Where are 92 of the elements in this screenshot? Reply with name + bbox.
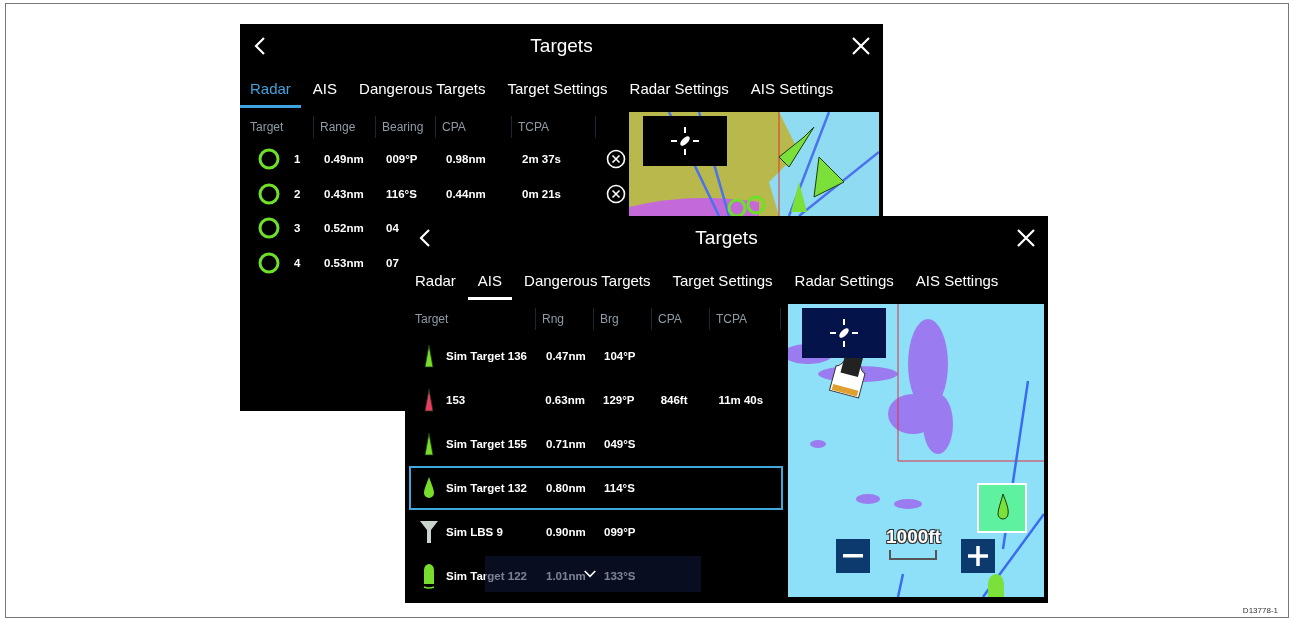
radar-target-circle-icon xyxy=(258,148,280,171)
target-row[interactable]: 1 0.49nm 009°P 0.98nm 2m 37s xyxy=(244,142,628,177)
column-header: TCPA xyxy=(512,116,596,138)
radar-target-circle-icon xyxy=(258,217,280,240)
table-cell: 0.90nm xyxy=(546,526,586,538)
target-row[interactable]: 3 0.52nm 04 xyxy=(244,211,401,246)
table-cell: 0.71nm xyxy=(546,438,586,450)
back-icon[interactable] xyxy=(419,228,431,248)
table-cell: 2m 37s xyxy=(522,153,561,166)
minus-icon xyxy=(843,554,863,558)
table-cell: Sim Target 155 xyxy=(446,438,527,450)
table-cell: 0.43nm xyxy=(324,187,364,200)
chevron-down-icon xyxy=(584,570,596,578)
back-icon[interactable] xyxy=(254,36,266,56)
table-cell: 3 xyxy=(294,222,301,235)
table-cell: Sim Target 122 xyxy=(446,570,527,582)
tab[interactable]: Radar Settings xyxy=(784,260,904,300)
tab[interactable]: Target Settings xyxy=(662,260,783,300)
target-row[interactable]: Sim Target 136 0.47nm 104°P xyxy=(409,334,783,378)
column-header: Target xyxy=(409,308,536,330)
table-cell: 04 xyxy=(386,222,399,235)
tab[interactable]: Radar xyxy=(405,260,466,300)
radar-target-circle-icon xyxy=(258,182,280,205)
target-row[interactable]: Sim Target 155 0.71nm 049°S xyxy=(409,422,783,466)
table-cell: 009°P xyxy=(386,153,418,166)
map-scale-label: 1000ft xyxy=(886,526,941,548)
table-cell: 104°P xyxy=(604,350,636,362)
table-cell: 129°P xyxy=(603,394,635,406)
column-header: Brg xyxy=(594,308,652,330)
table-cell: 1.01nm xyxy=(546,570,586,582)
target-row[interactable]: Sim Target 122 1.01nm 133°S xyxy=(409,554,783,598)
tab[interactable]: Target Settings xyxy=(497,68,618,108)
tab[interactable]: AIS xyxy=(302,68,348,108)
column-header: Target xyxy=(244,116,314,138)
table-cell: 0m 21s xyxy=(522,187,561,200)
table-cell: 133°S xyxy=(604,570,636,582)
target-row[interactable]: 2 0.43nm 116°S 0.44nm 0m 21s xyxy=(244,176,628,211)
table-cell: 0.53nm xyxy=(324,256,364,269)
table-cell: 846ft xyxy=(660,394,688,406)
column-header: CPA xyxy=(436,116,512,138)
zoom-in-button[interactable] xyxy=(961,539,995,573)
table-cell: Sim LBS 9 xyxy=(446,526,503,538)
radar-target-circle-icon xyxy=(258,251,280,274)
target-row[interactable]: Sim Target 132 0.80nm 114°S xyxy=(409,466,783,510)
tab[interactable]: Dangerous Targets xyxy=(349,68,496,108)
column-header: TCPA xyxy=(710,308,781,330)
target-row[interactable]: 153 0.63nm 129°P 846ft 11m 40s xyxy=(409,378,783,422)
close-icon[interactable] xyxy=(851,36,871,56)
table-cell: 114°S xyxy=(604,482,635,494)
scale-bar-icon xyxy=(889,550,938,560)
column-header: Bearing xyxy=(376,116,436,138)
window-title: Targets xyxy=(530,35,593,57)
window-title: Targets xyxy=(695,227,758,249)
table-cell: 0.98nm xyxy=(446,153,486,166)
zoom-out-button[interactable] xyxy=(836,539,870,573)
remove-target-icon[interactable] xyxy=(606,183,626,204)
tab[interactable]: Dangerous Targets xyxy=(514,260,661,300)
column-header: Range xyxy=(314,116,376,138)
table-cell: 0.49nm xyxy=(324,153,364,166)
table-cell: 0.63nm xyxy=(545,394,585,406)
table-cell: 11m 40s xyxy=(718,394,764,406)
table-cell: 116°S xyxy=(386,187,417,200)
table-cell: Sim Target 132 xyxy=(446,482,527,494)
table-cell: 07 xyxy=(386,256,399,269)
tab[interactable]: AIS Settings xyxy=(905,260,1009,300)
table-cell: 1 xyxy=(294,153,301,166)
tab[interactable]: Radar Settings xyxy=(619,68,739,108)
figure-id: D13778-1 xyxy=(1242,606,1278,615)
table-cell: 049°S xyxy=(604,438,636,450)
table-cell: 099°P xyxy=(604,526,636,538)
close-icon[interactable] xyxy=(1016,228,1036,248)
tab[interactable]: AIS xyxy=(467,260,513,300)
tab[interactable]: Radar xyxy=(240,68,301,108)
table-cell: 2 xyxy=(294,187,301,200)
table-cell: 153 xyxy=(446,394,466,406)
center-vessel-button[interactable] xyxy=(802,308,886,358)
column-header: Rng xyxy=(536,308,594,330)
plus-icon xyxy=(968,546,988,566)
center-vessel-button[interactable] xyxy=(643,116,727,166)
table-cell: 0.80nm xyxy=(546,482,586,494)
target-row[interactable]: Sim LBS 9 0.90nm 099°P xyxy=(409,510,783,554)
table-cell: 4 xyxy=(294,256,301,269)
remove-target-icon[interactable] xyxy=(606,149,626,170)
crosshair-icon xyxy=(669,125,701,157)
table-cell: Sim Target 136 xyxy=(446,350,527,362)
target-row[interactable]: 4 0.53nm 07 xyxy=(244,245,401,280)
column-header: CPA xyxy=(652,308,710,330)
table-cell: 0.52nm xyxy=(324,222,364,235)
tab[interactable]: AIS Settings xyxy=(740,68,844,108)
table-cell: 0.44nm xyxy=(446,187,486,200)
table-cell: 0.47nm xyxy=(546,350,586,362)
crosshair-icon xyxy=(828,317,860,349)
